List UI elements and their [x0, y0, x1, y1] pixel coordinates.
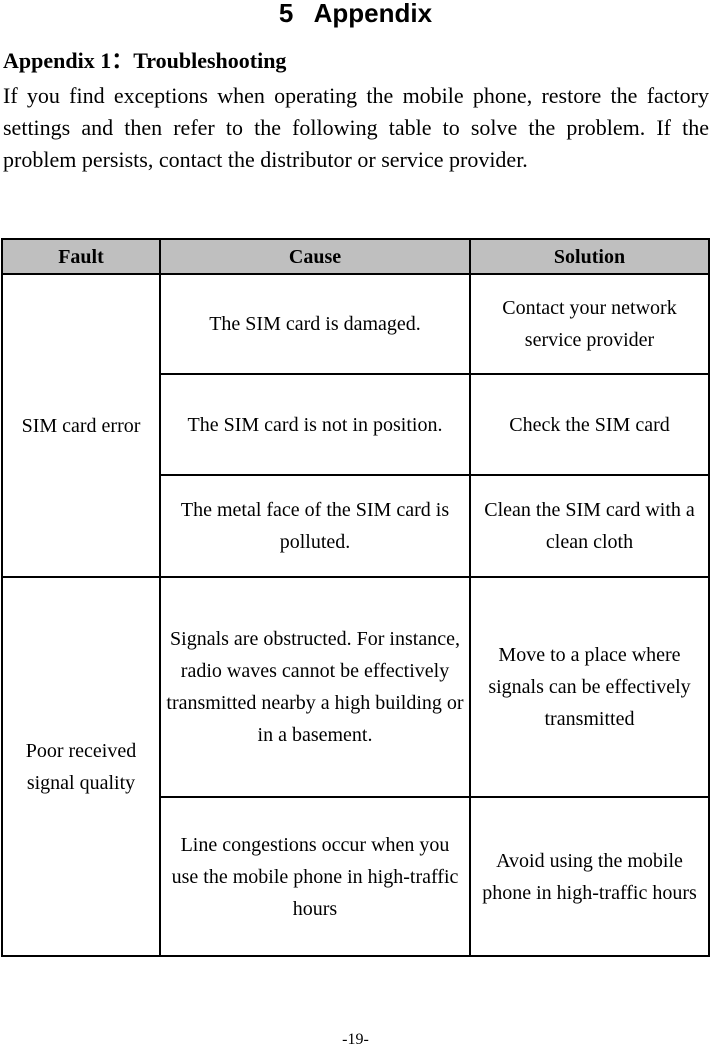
cause-cell: The metal face of the SIM card is pollut…	[159, 474, 471, 578]
solution-cell: Contact your network service provider	[469, 273, 710, 375]
fault-cell: SIM card error	[1, 273, 161, 578]
cause-cell: Line congestions occur when you use the …	[159, 796, 471, 957]
solution-cell: Avoid using the mobile phone in high-tra…	[469, 796, 710, 957]
solution-cell: Move to a place where signals can be eff…	[469, 576, 710, 798]
header-solution: Solution	[469, 238, 710, 275]
cause-cell: The SIM card is not in position.	[159, 373, 471, 476]
intro-paragraph: If you find exceptions when operating th…	[3, 83, 709, 172]
solution-cell: Check the SIM card	[469, 373, 710, 476]
cause-cell: Signals are obstructed. For instance, ra…	[159, 576, 471, 798]
solution-cell: Clean the SIM card with a clean cloth	[469, 474, 710, 578]
fault-cell: Poor received signal quality	[1, 576, 161, 957]
table-row: Poor received signal quality Signals are…	[1, 576, 710, 957]
header-fault: Fault	[1, 238, 161, 275]
page-number: -19-	[342, 1031, 369, 1048]
section-heading: Appendix 1：Troubleshooting	[3, 48, 287, 73]
table-header-row: Fault Cause Solution	[1, 238, 710, 275]
table-row: SIM card error The SIM card is damaged. …	[1, 273, 710, 578]
chapter-heading: 5 Appendix	[278, 0, 433, 28]
cause-cell: The SIM card is damaged.	[159, 273, 471, 375]
troubleshooting-table: Fault Cause Solution SIM card error The …	[1, 238, 710, 957]
header-cause: Cause	[159, 238, 471, 275]
